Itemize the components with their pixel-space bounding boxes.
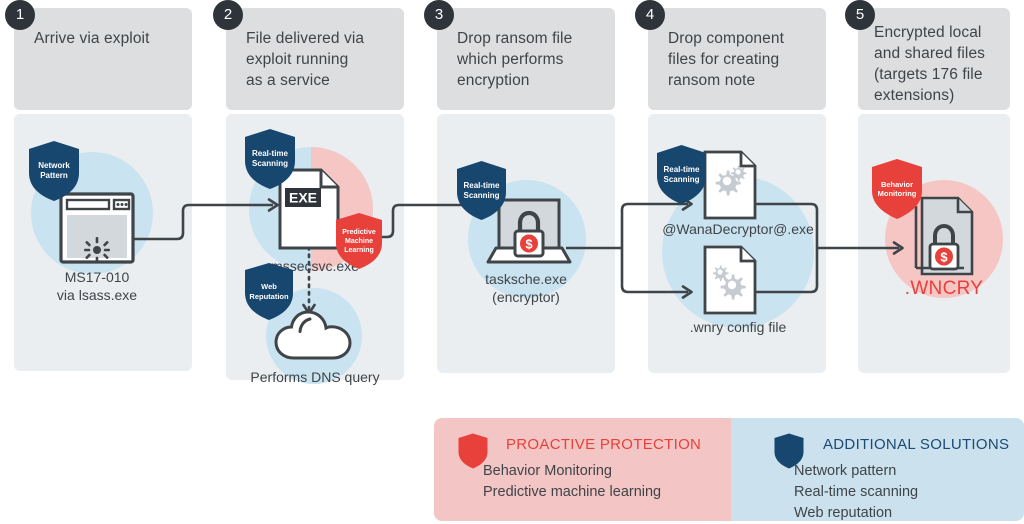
step-3-caption-line1: tasksche.exe [485,271,567,287]
legend-proactive-title: PROACTIVE PROTECTION [506,436,702,453]
shield-real-time-scanning-step2: Real-time Scanning [244,128,296,190]
svg-text:$: $ [940,250,948,265]
legend-additional-solutions: ADDITIONAL SOLUTIONS Network pattern Rea… [731,418,1024,521]
step-4-header: Drop component files for creating ransom… [648,8,826,110]
step-4-caption-primary: @WanaDecryptor@.exe [662,221,814,237]
step-number-3: 3 [424,0,454,30]
step-2-title: File delivered via exploit running as a … [246,28,388,91]
step-2-title-line3: as a service [246,72,330,89]
step-number-2: 2 [213,0,243,30]
step-5-header: Encrypted local and shared files (target… [858,8,1010,110]
shield-behavior-monitoring: Behavior Monitoring [871,158,923,220]
step-5-title-line1: Encrypted local [874,24,982,41]
step-4-title-line2: files for creating [668,51,780,68]
step-2-header: File delivered via exploit running as a … [226,8,404,110]
step-number-4: 4 [635,0,665,30]
step-3-title-line2: which performs [457,51,564,68]
browser-window-exploit-icon [59,192,135,264]
config-file-gear-icon-top [703,150,757,220]
step-3-title-line3: encryption [457,72,530,89]
step-4-title-line1: Drop component [668,30,784,47]
step-1-caption-line2: via lsass.exe [56,287,138,303]
legend-proactive-item-1: Predictive machine learning [483,484,662,500]
step-3-caption-line2: (encryptor) [492,289,560,305]
step-3-title: Drop ransom file which performs encrypti… [457,28,599,91]
step-2-caption-secondary: Performs DNS query [250,369,380,385]
step-3-header: Drop ransom file which performs encrypti… [437,8,615,110]
step-5-title-line2: and shared files [874,45,986,62]
legend-proactive-item-0: Behavior Monitoring [483,463,612,479]
step-number-1: 1 [5,0,35,30]
shield-web-reputation: Web Reputation [244,262,294,321]
step-1-caption-line1: MS17-010 [64,269,130,285]
step-number-5: 5 [845,0,875,30]
step-4-title: Drop component files for creating ransom… [668,28,810,91]
connector-step1-to-step2 [133,198,285,246]
step-5-title: Encrypted local and shared files (target… [874,22,1000,106]
legend-proactive-protection: PROACTIVE PROTECTION Behavior Monitoring… [434,418,731,521]
step-4-title-line3: ransom note [668,72,756,89]
step-2-title-line1: File delivered via [246,30,365,47]
shield-network-pattern: Network Pattern [28,140,80,202]
legend-additional-title: ADDITIONAL SOLUTIONS [823,436,1010,453]
step-5-title-line4: extensions) [874,87,955,104]
step-1-title: Arrive via exploit [34,30,150,47]
shield-real-time-scanning-step3: Real-time Scanning [456,160,507,221]
step-5-caption-primary: .WNCRY [904,278,984,299]
infographic-canvas: Arrive via exploit 1 Network Pattern MS1… [0,0,1024,521]
svg-text:EXE: EXE [289,190,317,206]
step-1-caption: MS17-010 via lsass.exe [22,268,172,304]
shield-predictive-machine-learning: Predictive Machine Learning [335,212,383,270]
shield-real-time-scanning-step4: Real-time Scanning [656,144,707,205]
legend: PROACTIVE PROTECTION Behavior Monitoring… [434,418,1024,521]
config-file-gear-icon-bottom [703,245,757,315]
svg-text:$: $ [525,237,533,252]
step-3-caption: tasksche.exe (encryptor) [450,270,602,306]
legend-additional-item-1: Real-time scanning [794,484,919,500]
step-1-header: Arrive via exploit [14,8,192,110]
step-5-title-line3: (targets 176 file [874,66,983,83]
step-2-title-line2: exploit running [246,51,349,68]
legend-additional-item-0: Network pattern [794,463,897,479]
step-3-title-line1: Drop ransom file [457,30,573,47]
step-4-caption-secondary: .wnry config file [689,319,787,335]
